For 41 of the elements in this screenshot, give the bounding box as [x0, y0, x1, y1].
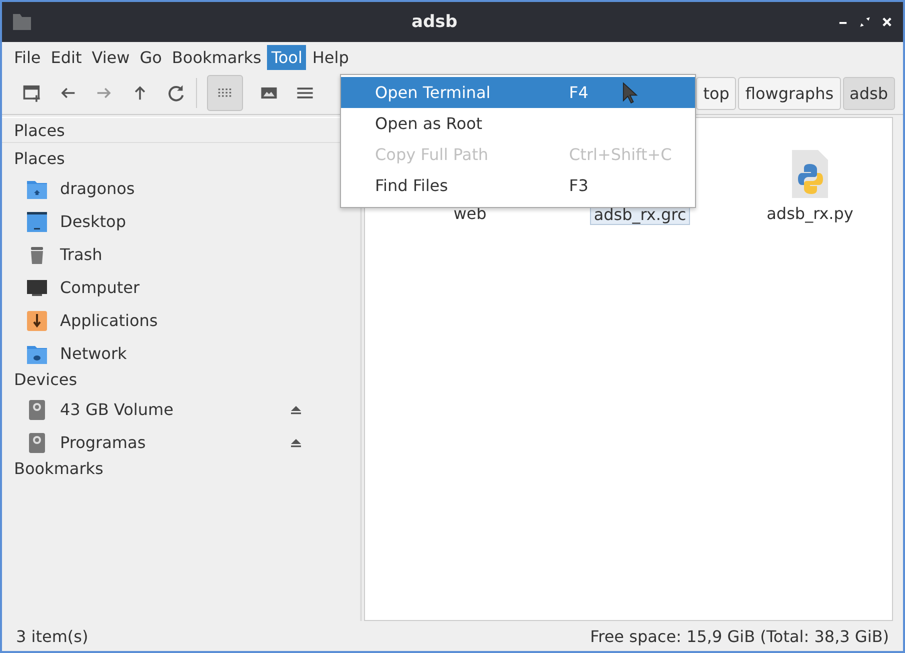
mouse-cursor-icon: [622, 82, 638, 104]
python-file-icon: [790, 148, 830, 200]
file-name[interactable]: web: [450, 204, 490, 223]
file-name[interactable]: adsb_rx.py: [764, 204, 856, 223]
menu-item[interactable]: File: [10, 44, 45, 70]
path-button[interactable]: flowgraphs: [738, 76, 841, 110]
place-item[interactable]: dragonos: [60, 179, 260, 198]
menu-item[interactable]: Bookmarks: [168, 44, 266, 70]
window-title: adsb: [410, 12, 458, 32]
place-item[interactable]: Desktop: [60, 212, 260, 231]
menu-item[interactable]: View: [88, 44, 134, 70]
new-tab-icon[interactable]: [22, 83, 42, 103]
place-item[interactable]: Computer: [60, 278, 260, 297]
place-item[interactable]: Applications: [60, 311, 260, 330]
menu-item[interactable]: Tool: [267, 44, 306, 70]
close-icon[interactable]: [881, 16, 893, 28]
reload-icon[interactable]: [166, 83, 186, 103]
path-button[interactable]: adsb: [842, 76, 895, 110]
path-button[interactable]: top: [696, 76, 736, 110]
menu-item[interactable]: Open Terminal F4: [341, 77, 695, 108]
menu-item[interactable]: Go: [136, 44, 166, 70]
place-item[interactable]: Trash: [60, 245, 260, 264]
item-count: 3 item(s): [16, 626, 88, 646]
download-icon: [26, 310, 48, 332]
place-item[interactable]: Programas: [60, 433, 260, 452]
section-heading: Bookmarks: [14, 459, 104, 480]
section-heading: Places: [14, 149, 66, 170]
free-space-text: Free space: 15,9 GiB (Total: 38,3 GiB): [590, 626, 889, 646]
eject-icon[interactable]: [290, 404, 302, 414]
menu-item[interactable]: Help: [308, 44, 353, 70]
menu-item[interactable]: Find Files F3: [341, 170, 695, 201]
menu-item[interactable]: Edit: [46, 44, 86, 70]
eject-icon[interactable]: [290, 438, 302, 448]
place-item[interactable]: Network: [60, 344, 260, 363]
folder-icon: [12, 13, 32, 31]
section-heading: Devices: [14, 370, 78, 391]
maximize-icon[interactable]: [859, 16, 871, 28]
desktop-icon: [26, 210, 48, 232]
drive-icon: [26, 398, 48, 420]
drive-icon: [26, 432, 48, 454]
place-item[interactable]: 43 GB Volume: [60, 400, 260, 419]
